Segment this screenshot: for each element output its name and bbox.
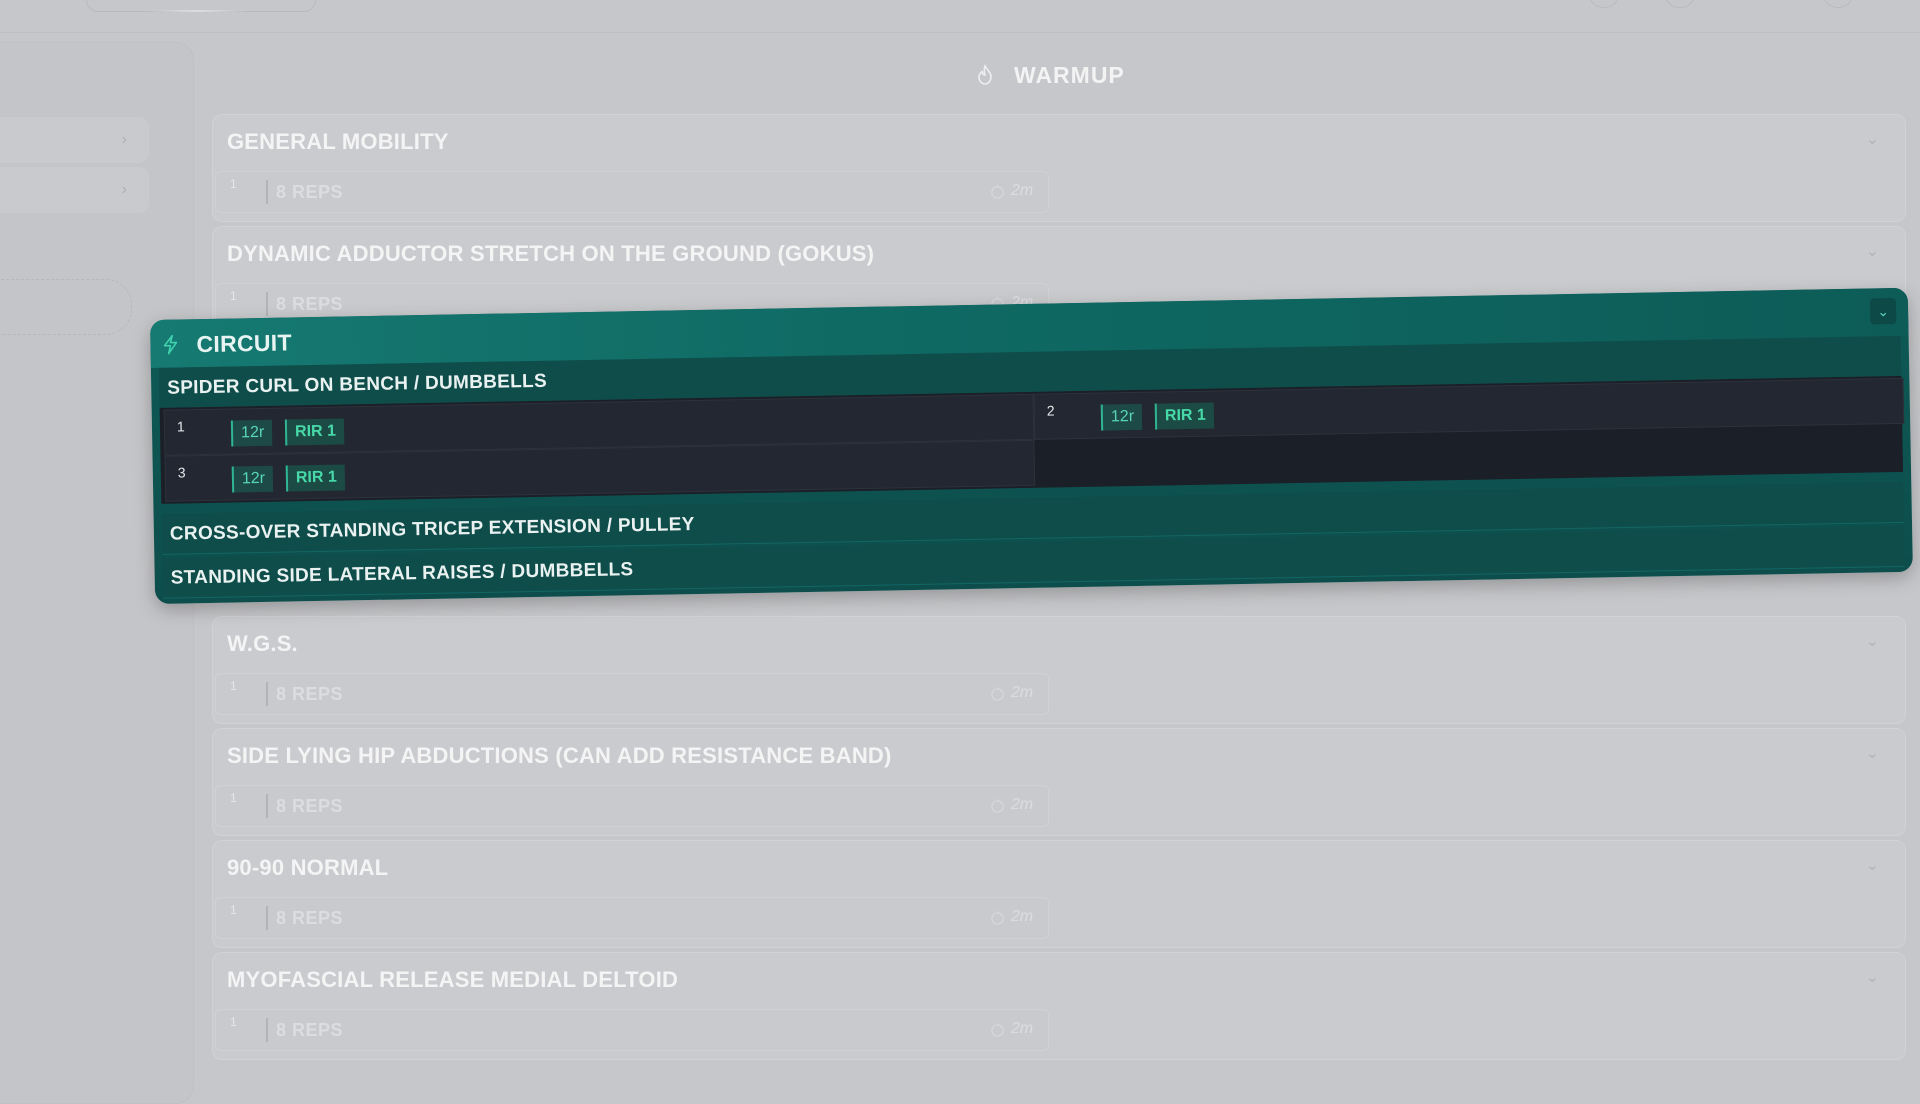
set-reps: 8 REPS xyxy=(266,180,343,204)
chevron-down-icon[interactable]: ⌄ xyxy=(1866,743,1879,763)
reps-chip[interactable]: 12r xyxy=(230,419,273,447)
sidebar-item[interactable]: › xyxy=(0,117,149,163)
set-index: 2 xyxy=(1046,402,1055,419)
exercise-name: MYOFASCIAL RELEASE MEDIAL DELTOID xyxy=(227,967,679,992)
set-index: 1 xyxy=(230,679,237,693)
rir-chip[interactable]: RIR 1 xyxy=(285,464,346,492)
exercise-name: STANDING SIDE LATERAL RAISES / DUMBBELLS xyxy=(170,559,634,589)
toolbar-button[interactable] xyxy=(1666,0,1694,8)
rest-time: 2m xyxy=(1011,908,1034,925)
set-row[interactable]: 1 8 REPS 2m xyxy=(215,1009,1049,1051)
set-index: 1 xyxy=(230,177,237,191)
toolbar-button[interactable] xyxy=(1590,0,1618,8)
set-rest: 2m xyxy=(990,796,1033,814)
reps-chip[interactable]: 12r xyxy=(231,465,274,493)
exercise-name: 90-90 NORMAL xyxy=(227,855,389,880)
timer-icon xyxy=(991,1022,1004,1037)
set-index: 1 xyxy=(176,418,185,435)
chevron-right-icon: › xyxy=(121,181,127,198)
exercise-name: SIDE LYING HIP ABDUCTIONS (CAN ADD RESIS… xyxy=(227,743,892,768)
exercise-name: CROSS-OVER STANDING TRICEP EXTENSION / P… xyxy=(169,514,695,545)
set-rest: 2m xyxy=(990,684,1033,702)
exercise-card[interactable]: W.G.S. ⌄ 1 8 REPS 2m xyxy=(212,616,1906,724)
rest-time: 2m xyxy=(1011,796,1034,813)
chevron-down-icon[interactable]: ⌄ xyxy=(1866,967,1879,987)
set-index: 3 xyxy=(177,464,186,481)
chevron-down-icon[interactable]: ⌄ xyxy=(1866,855,1879,875)
exercise-card[interactable]: 90-90 NORMAL ⌄ 1 8 REPS 2m xyxy=(212,840,1906,948)
timer-icon xyxy=(991,798,1004,813)
section-title: WARMUP xyxy=(1014,61,1125,88)
exercise-name: GENERAL MOBILITY xyxy=(227,129,449,154)
timer-icon xyxy=(991,686,1004,701)
rir-chip[interactable]: RIR 1 xyxy=(1154,402,1215,430)
timer-icon xyxy=(991,910,1004,925)
timer-icon xyxy=(991,184,1004,199)
circuit-label: CIRCUIT xyxy=(196,329,293,358)
sidebar-item[interactable]: › xyxy=(0,167,149,213)
chevron-down-icon[interactable]: ⌄ xyxy=(1866,129,1879,149)
section-header: WARMUP xyxy=(976,60,1125,90)
top-bar xyxy=(0,0,1920,33)
rir-chip[interactable]: RIR 1 xyxy=(284,418,345,446)
set-reps: 8 REPS xyxy=(266,794,343,818)
flame-icon xyxy=(978,64,992,85)
chevron-down-icon[interactable]: ⌄ xyxy=(1866,631,1879,651)
chevron-down-icon[interactable]: ⌄ xyxy=(1866,241,1879,261)
set-rest: 2m xyxy=(990,1020,1033,1038)
exercise-name: SPIDER CURL ON BENCH / DUMBBELLS xyxy=(167,370,548,399)
set-index: 1 xyxy=(230,791,237,805)
lightning-icon xyxy=(163,334,178,355)
chevron-down-icon[interactable]: ⌄ xyxy=(1869,298,1897,325)
exercise-card[interactable]: SIDE LYING HIP ABDUCTIONS (CAN ADD RESIS… xyxy=(212,728,1906,836)
set-reps: 8 REPS xyxy=(266,1018,343,1042)
set-row[interactable]: 1 8 REPS 2m xyxy=(215,171,1049,213)
rest-time: 2m xyxy=(1011,182,1034,199)
exercise-name: W.G.S. xyxy=(227,631,298,656)
circuit-block[interactable]: CIRCUIT ⌄ SPIDER CURL ON BENCH / DUMBBEL… xyxy=(150,287,1913,604)
reps-chip[interactable]: 12r xyxy=(1100,403,1143,431)
set-row[interactable]: 1 8 REPS 2m xyxy=(215,673,1049,715)
toolbar-button[interactable] xyxy=(1824,0,1852,8)
set-reps: 8 REPS xyxy=(266,906,343,930)
set-index: 1 xyxy=(230,289,237,303)
add-block-placeholder[interactable] xyxy=(0,279,132,335)
rest-time: 2m xyxy=(1011,684,1034,701)
set-reps: 8 REPS xyxy=(266,292,343,316)
set-index: 1 xyxy=(230,903,237,917)
set-rest: 2m xyxy=(990,182,1033,200)
chevron-right-icon: › xyxy=(121,131,127,148)
set-index: 1 xyxy=(230,1015,237,1029)
exercise-card[interactable]: MYOFASCIAL RELEASE MEDIAL DELTOID ⌄ 1 8 … xyxy=(212,952,1906,1060)
rest-time: 2m xyxy=(1011,1020,1034,1037)
set-row[interactable]: 1 8 REPS 2m xyxy=(215,785,1049,827)
set-row[interactable]: 1 8 REPS 2m xyxy=(215,897,1049,939)
exercise-name: DYNAMIC ADDUCTOR STRETCH ON THE GROUND (… xyxy=(227,241,875,266)
exercise-card[interactable]: GENERAL MOBILITY ⌄ 1 8 REPS 2m xyxy=(212,114,1906,222)
set-rest: 2m xyxy=(990,908,1033,926)
search-pill[interactable] xyxy=(86,0,316,12)
set-reps: 8 REPS xyxy=(266,682,343,706)
